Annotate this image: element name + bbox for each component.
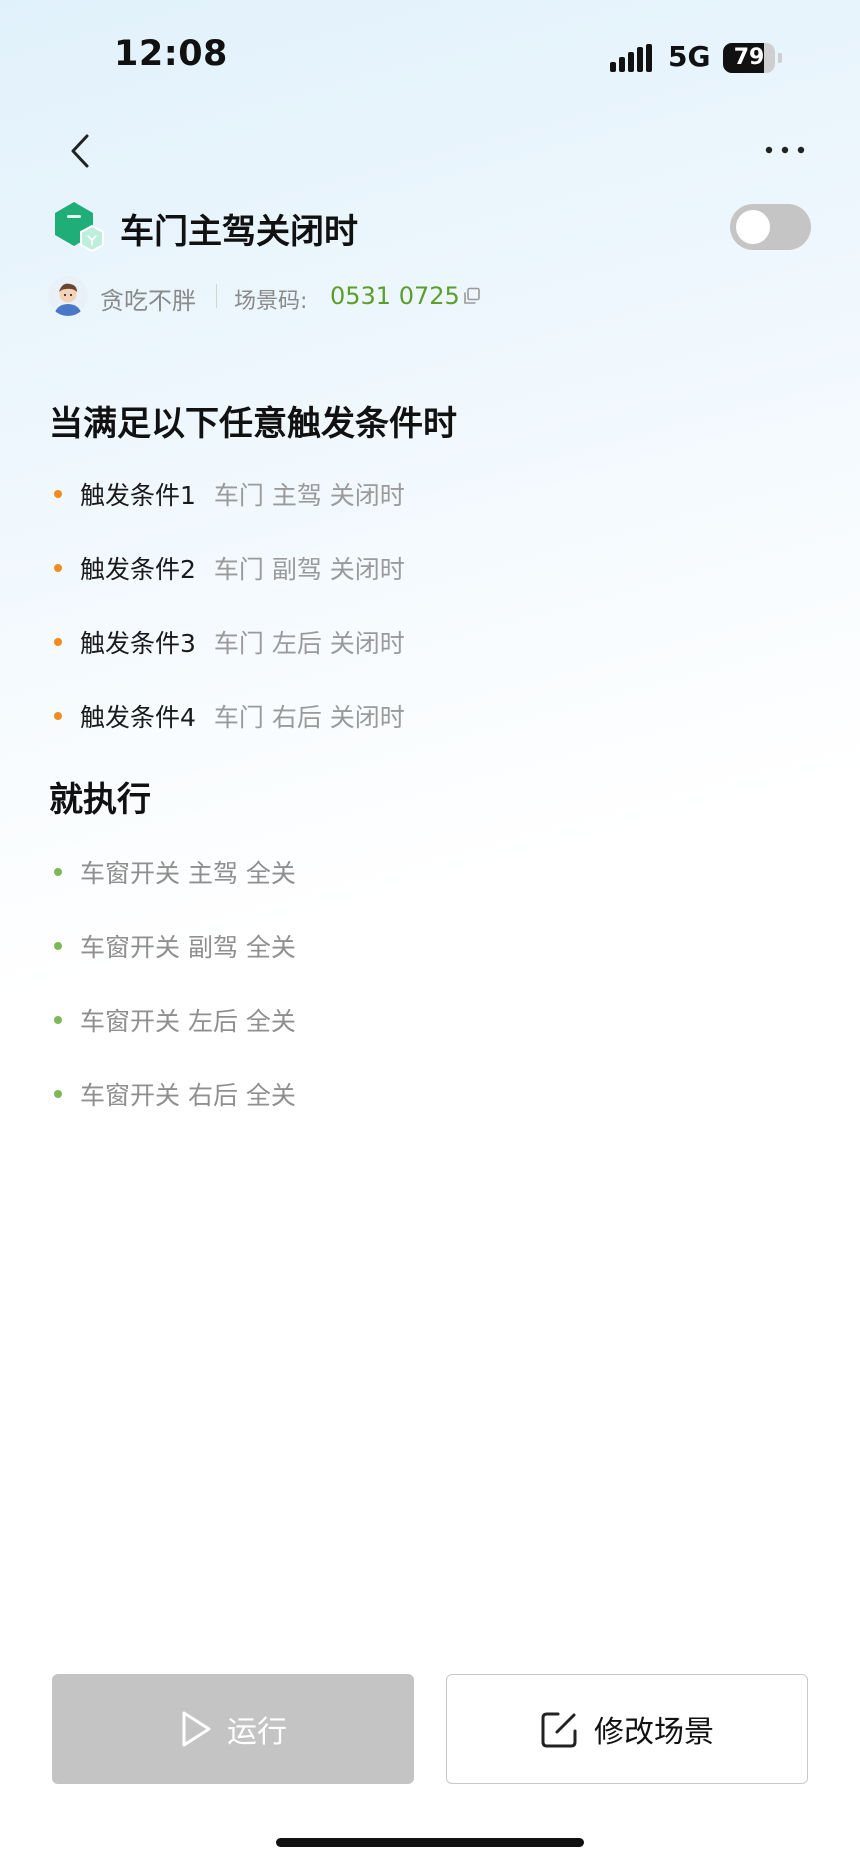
- bullet-dot: [54, 1090, 62, 1098]
- condition-item[interactable]: 触发条件4 车门 右后 关闭时: [54, 696, 405, 736]
- condition-item[interactable]: 触发条件1 车门 主驾 关闭时: [54, 474, 405, 514]
- signal-icon: [610, 44, 655, 72]
- edit-scene-button[interactable]: 修改场景: [446, 1674, 808, 1784]
- back-button[interactable]: [60, 126, 100, 176]
- action-text: 车窗开关 副驾 全关: [80, 933, 296, 962]
- bullet-dot: [54, 942, 62, 950]
- author-name: 贪吃不胖: [100, 287, 196, 315]
- action-text: 车窗开关 主驾 全关: [80, 859, 296, 888]
- action-item[interactable]: 车窗开关 右后 全关: [54, 1074, 296, 1114]
- action-text: 车窗开关 右后 全关: [80, 1081, 296, 1110]
- toggle-knob: [736, 210, 770, 244]
- meta-divider: [216, 284, 217, 308]
- chevron-left-icon: [71, 134, 89, 168]
- network-type: 5G: [668, 40, 711, 73]
- edit-button-label: 修改场景: [594, 1715, 714, 1750]
- bullet-dot: [54, 712, 62, 720]
- action-item[interactable]: 车窗开关 左后 全关: [54, 1000, 296, 1040]
- conditions-heading: 当满足以下任意触发条件时: [49, 404, 457, 444]
- condition-name: 触发条件2: [80, 555, 196, 584]
- more-button[interactable]: [760, 128, 810, 168]
- scene-code-label: 场景码:: [234, 289, 308, 314]
- more-dots-icon: [765, 146, 805, 154]
- bullet-dot: [54, 868, 62, 876]
- condition-detail: 车门 左后 关闭时: [213, 629, 405, 658]
- action-item[interactable]: 车窗开关 副驾 全关: [54, 926, 296, 966]
- scene-code-value: 0531 0725: [330, 282, 460, 310]
- home-indicator[interactable]: [276, 1838, 584, 1847]
- condition-name: 触发条件1: [80, 481, 196, 510]
- condition-name: 触发条件4: [80, 703, 196, 732]
- actions-heading: 就执行: [49, 780, 151, 820]
- scene-icon: [52, 202, 108, 256]
- bullet-dot: [54, 1016, 62, 1024]
- scene-title: 车门主驾关闭时: [120, 212, 358, 252]
- condition-detail: 车门 副驾 关闭时: [213, 555, 405, 584]
- condition-item[interactable]: 触发条件2 车门 副驾 关闭时: [54, 548, 405, 588]
- condition-detail: 车门 右后 关闭时: [213, 703, 405, 732]
- status-time: 12:08: [114, 34, 228, 74]
- action-text: 车窗开关 左后 全关: [80, 1007, 296, 1036]
- bullet-dot: [54, 564, 62, 572]
- condition-detail: 车门 主驾 关闭时: [213, 481, 405, 510]
- battery-icon: 79: [723, 43, 783, 73]
- condition-name: 触发条件3: [80, 629, 196, 658]
- copy-icon[interactable]: [462, 286, 482, 306]
- author-avatar[interactable]: [48, 276, 88, 316]
- play-icon: [182, 1711, 211, 1747]
- bullet-dot: [54, 638, 62, 646]
- bullet-dot: [54, 490, 62, 498]
- action-item[interactable]: 车窗开关 主驾 全关: [54, 852, 296, 892]
- battery-percent: 79: [733, 45, 765, 70]
- condition-item[interactable]: 触发条件3 车门 左后 关闭时: [54, 622, 405, 662]
- run-button-label: 运行: [227, 1715, 287, 1750]
- edit-icon: [541, 1712, 577, 1748]
- scene-enable-toggle[interactable]: [730, 204, 811, 250]
- run-button[interactable]: 运行: [52, 1674, 414, 1784]
